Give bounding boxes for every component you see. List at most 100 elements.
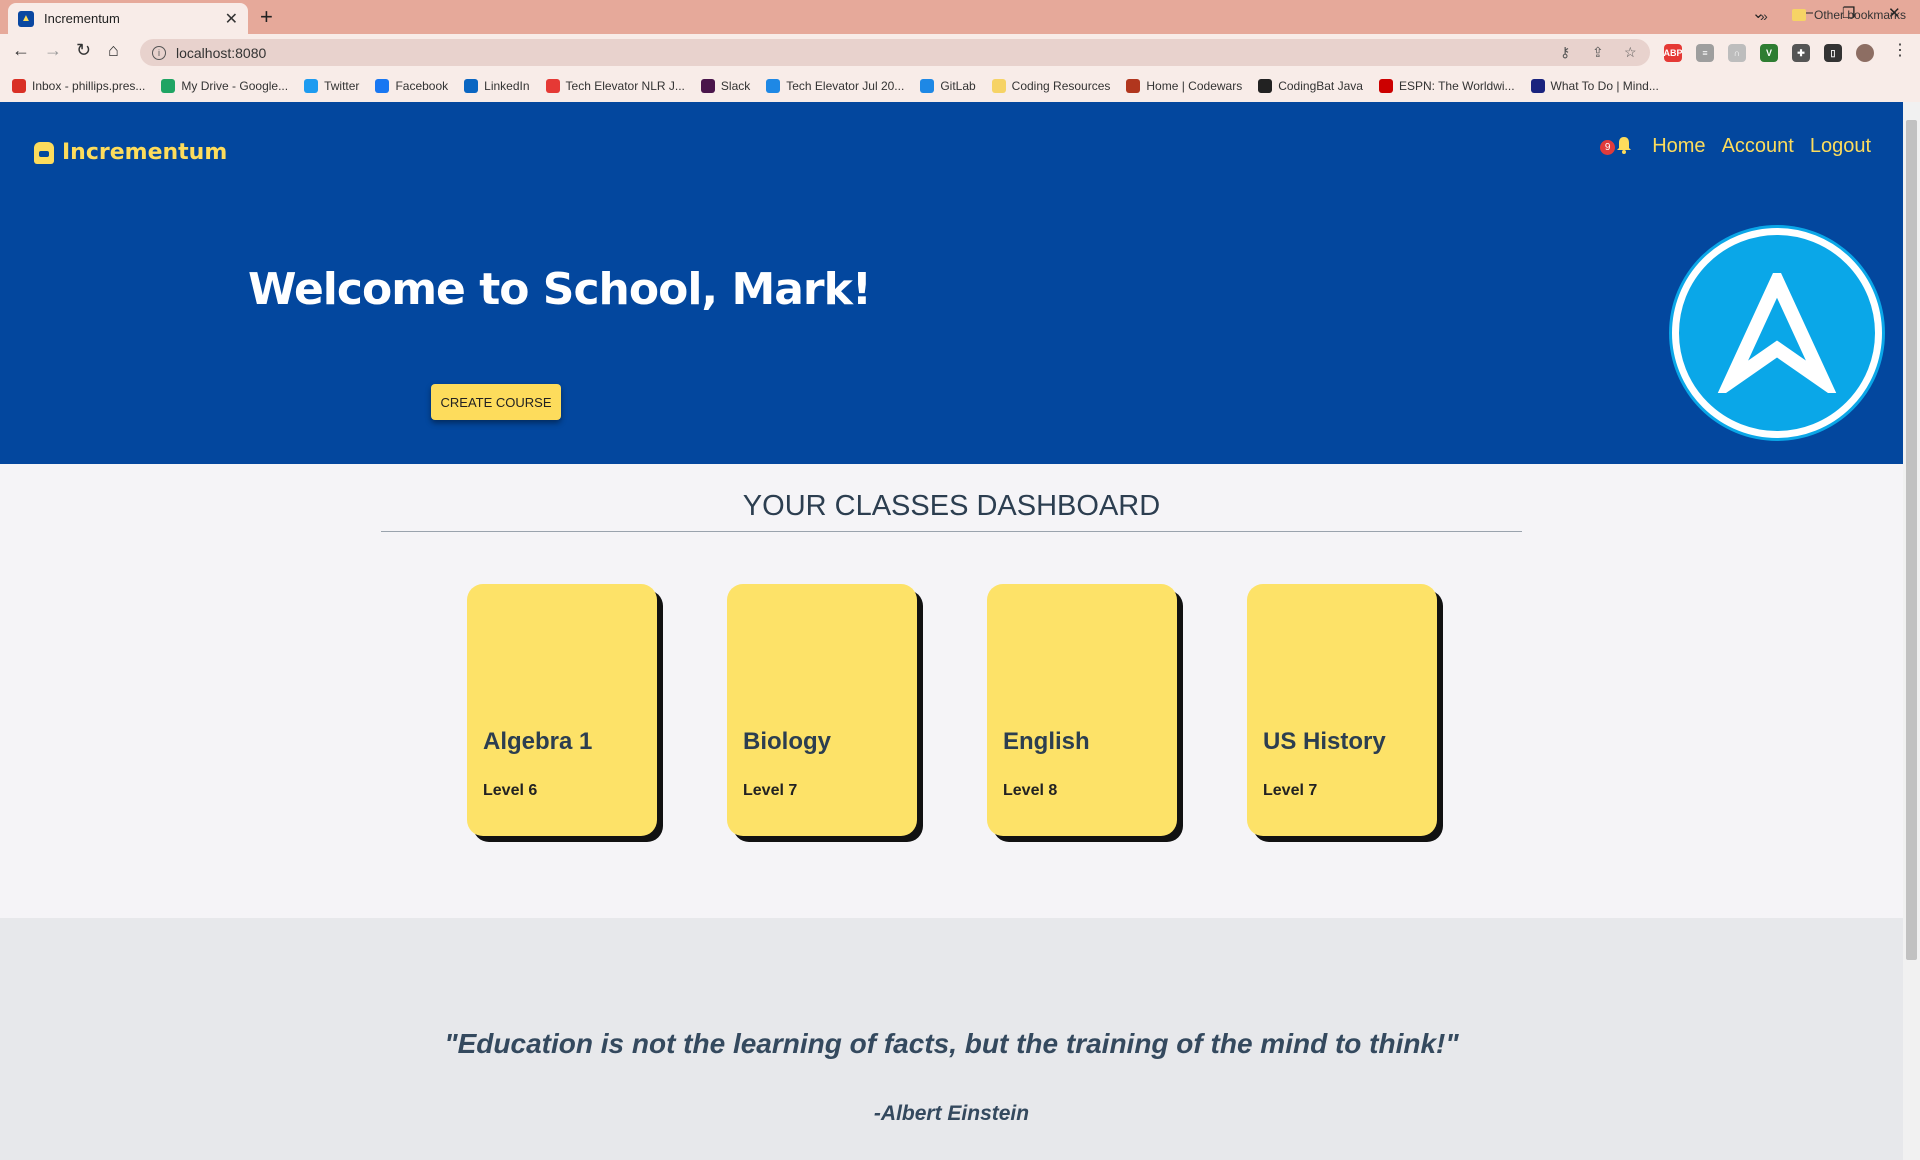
bookmark-item[interactable]: Tech Elevator Jul 20...: [766, 79, 904, 93]
browser-toolbar: ← → ↻ ⌂ i localhost:8080 ⚷ ⇪ ☆ ABP ≡ ∩ V…: [0, 34, 1920, 70]
class-card[interactable]: English Level 8: [987, 584, 1177, 836]
other-bookmarks-folder[interactable]: Other bookmarks: [1792, 8, 1906, 22]
bookmark-label: My Drive - Google...: [181, 79, 289, 93]
reload-icon[interactable]: ↻: [76, 40, 91, 61]
bookmark-label: ESPN: The Worldwi...: [1398, 79, 1515, 93]
bookmark-favicon-icon: [1126, 79, 1141, 93]
bookmark-item[interactable]: ESPN: The Worldwi...: [1378, 79, 1515, 93]
bookmark-favicon-icon: [766, 79, 781, 93]
class-card[interactable]: US History Level 7: [1247, 584, 1437, 836]
site-favicon-icon: ▲: [18, 10, 34, 27]
bookmark-favicon-icon: [700, 79, 715, 93]
folder-icon: [1792, 9, 1806, 21]
bookmark-favicon-icon: [161, 79, 176, 93]
bookmark-label: Coding Resources: [1011, 79, 1111, 93]
bookmark-item[interactable]: GitLab: [920, 79, 976, 93]
class-name: English: [1003, 728, 1090, 755]
page-scrollbar[interactable]: [1903, 102, 1920, 1160]
quote-text: "Education is not the learning of facts,…: [444, 1028, 1459, 1059]
create-course-button[interactable]: CREATE COURSE: [431, 384, 561, 420]
class-level: Level 7: [743, 782, 798, 799]
bell-icon: [1617, 137, 1632, 154]
bookmark-favicon-icon: [375, 79, 390, 93]
url-text: localhost:8080: [176, 44, 267, 61]
classes-dashboard: YOUR CLASSES DASHBOARD Algebra 1 Level 6…: [0, 464, 1903, 918]
page-content: Incrementum 9 Home Account Logout Welcom…: [0, 102, 1903, 1160]
bookmark-label: Slack: [720, 79, 751, 93]
bookmark-item[interactable]: CodingBat Java: [1258, 79, 1363, 93]
bookmarks-bar: Inbox - phillips.pres... My Drive - Googl…: [0, 70, 1920, 102]
nav-account-link[interactable]: Account: [1722, 135, 1794, 158]
browser-tab-bar: ▲ Incrementum ✕ + ⌄ — ❐ ✕: [0, 0, 1920, 34]
bookmark-favicon-icon: [991, 79, 1006, 93]
bookmark-label: Tech Elevator NLR J...: [565, 79, 685, 93]
bookmark-item[interactable]: What To Do | Mind...: [1530, 79, 1659, 93]
bookmark-item[interactable]: Inbox - phillips.pres...: [12, 79, 145, 93]
bookmark-favicon-icon: [12, 79, 26, 93]
backpack-icon: [34, 141, 54, 164]
site-info-icon[interactable]: i: [152, 45, 166, 60]
adblock-extension-icon[interactable]: ABP: [1664, 44, 1683, 62]
welcome-heading: Welcome to School, Mark!: [248, 264, 872, 315]
bookmark-item[interactable]: My Drive - Google...: [161, 79, 288, 93]
bookmark-item[interactable]: Tech Elevator NLR J...: [545, 79, 685, 93]
more-bookmarks-icon[interactable]: »: [1760, 8, 1768, 24]
other-bookmarks-label: Other bookmarks: [1814, 8, 1907, 22]
extension-icon[interactable]: ∩: [1728, 44, 1746, 62]
class-level: Level 6: [483, 782, 538, 799]
bookmark-label: Inbox - phillips.pres...: [32, 79, 146, 93]
side-panel-icon[interactable]: ▯: [1824, 44, 1842, 62]
dashboard-title: YOUR CLASSES DASHBOARD: [381, 490, 1522, 532]
bookmark-favicon-icon: [920, 79, 935, 93]
bookmark-item[interactable]: Facebook: [375, 79, 448, 93]
nav-home-link[interactable]: Home: [1652, 135, 1705, 158]
bookmark-favicon-icon: [1378, 79, 1393, 93]
home-icon[interactable]: ⌂: [108, 40, 119, 61]
extensions-puzzle-icon[interactable]: ✚: [1792, 44, 1810, 62]
brand-name: Incrementum: [62, 140, 228, 165]
forward-icon[interactable]: →: [44, 40, 62, 61]
bookmark-label: GitLab: [940, 79, 976, 93]
share-icon[interactable]: ⇪: [1592, 44, 1604, 61]
hero-banner: Incrementum 9 Home Account Logout Welcom…: [0, 102, 1903, 464]
incrementum-arrow-logo: [1672, 228, 1882, 438]
nav-logout-link[interactable]: Logout: [1810, 135, 1871, 158]
bookmark-label: Facebook: [395, 79, 449, 93]
back-icon[interactable]: ←: [12, 40, 30, 61]
bookmark-item[interactable]: Coding Resources: [991, 79, 1111, 93]
bookmark-item[interactable]: LinkedIn: [464, 79, 530, 93]
brand-logo[interactable]: Incrementum: [34, 140, 227, 165]
bookmark-item[interactable]: Home | Codewars: [1126, 79, 1242, 93]
new-tab-icon[interactable]: +: [260, 4, 273, 30]
extension-icon[interactable]: ≡: [1696, 44, 1714, 62]
vue-devtools-icon[interactable]: V: [1760, 44, 1778, 62]
bookmark-favicon-icon: [545, 79, 560, 93]
bookmark-label: Home | Codewars: [1146, 79, 1243, 93]
address-bar[interactable]: i localhost:8080: [140, 39, 1650, 66]
tab-close-icon[interactable]: ✕: [225, 9, 238, 29]
bookmark-favicon-icon: [464, 79, 479, 93]
scrollbar-thumb[interactable]: [1906, 120, 1917, 960]
tab-title: Incrementum: [44, 11, 120, 26]
quote-section: "Education is not the learning of facts,…: [0, 918, 1903, 1160]
main-nav: 9 Home Account Logout: [1600, 134, 1871, 158]
bookmark-favicon-icon: [1258, 79, 1273, 93]
bookmark-item[interactable]: Twitter: [304, 79, 359, 93]
class-level: Level 7: [1263, 782, 1318, 799]
key-icon[interactable]: ⚷: [1560, 44, 1570, 61]
bookmark-item[interactable]: Slack: [700, 79, 751, 93]
bookmark-label: Tech Elevator Jul 20...: [786, 79, 905, 93]
class-name: Biology: [743, 728, 831, 755]
class-card[interactable]: Biology Level 7: [727, 584, 917, 836]
browser-menu-icon[interactable]: ⋮: [1892, 40, 1908, 60]
class-level: Level 8: [1003, 782, 1058, 799]
bookmark-label: What To Do | Mind...: [1550, 79, 1659, 93]
browser-tab[interactable]: ▲ Incrementum ✕: [8, 3, 248, 34]
bookmark-label: LinkedIn: [484, 79, 530, 93]
profile-avatar[interactable]: [1856, 44, 1874, 62]
bookmark-label: CodingBat Java: [1278, 79, 1363, 93]
bookmark-star-icon[interactable]: ☆: [1624, 44, 1637, 61]
notifications-button[interactable]: 9: [1600, 134, 1632, 158]
class-name: US History: [1263, 728, 1386, 755]
class-card[interactable]: Algebra 1 Level 6: [467, 584, 657, 836]
